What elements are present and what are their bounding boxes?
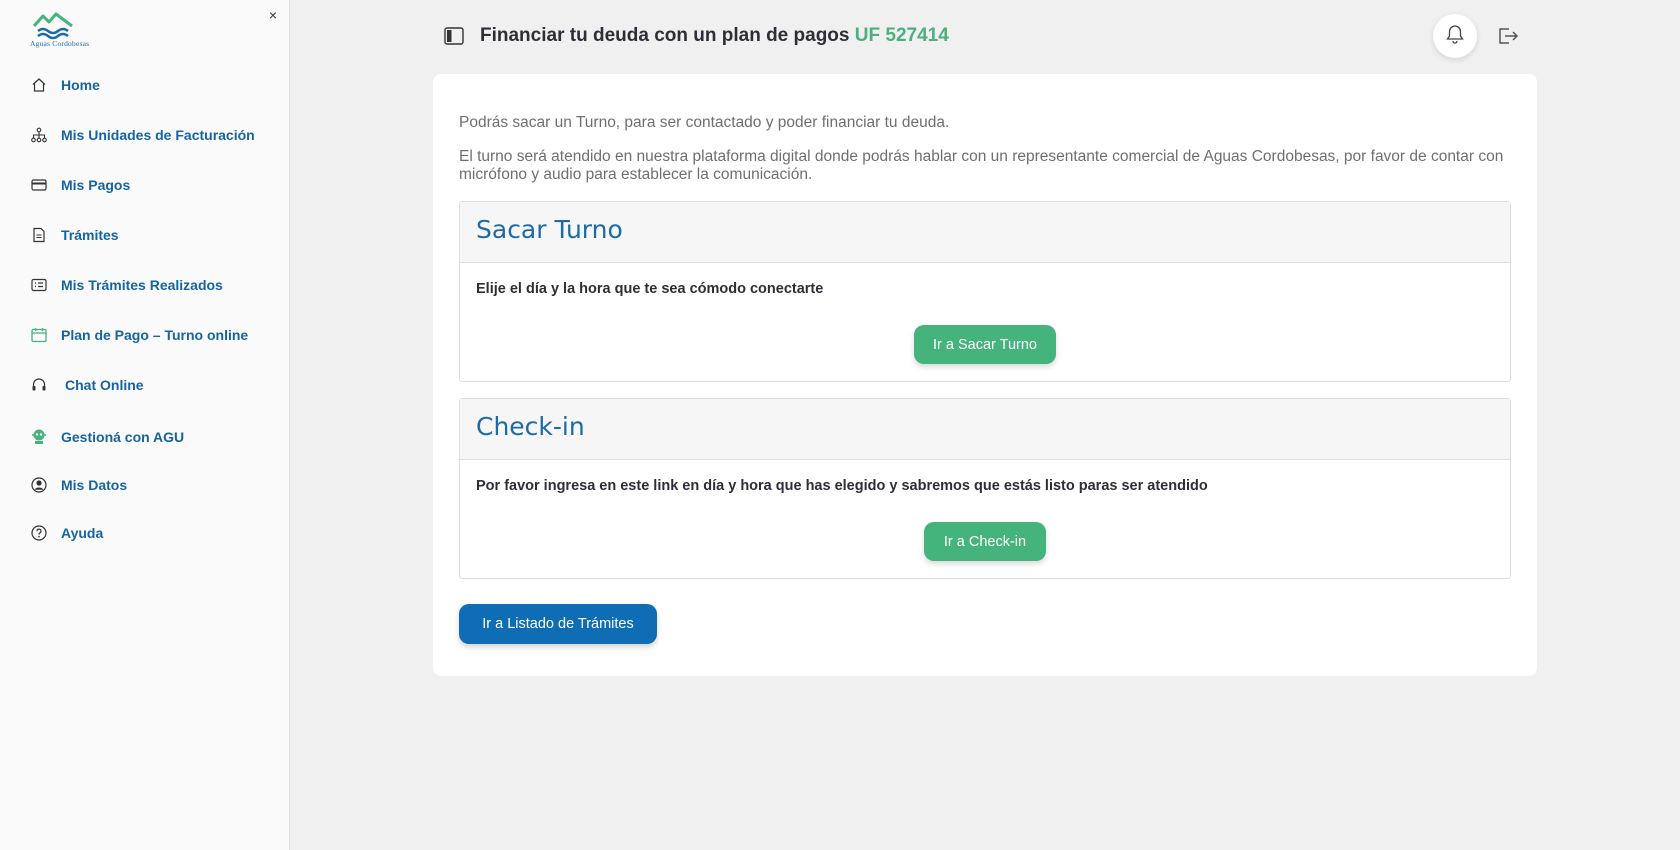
sitemap-icon <box>30 126 48 144</box>
sidebar-toggle-icon[interactable] <box>444 27 464 45</box>
sidebar-item-label: Trámites <box>61 227 119 243</box>
sidebar-item-unidades[interactable]: Mis Unidades de Facturación <box>0 110 290 160</box>
notifications-button[interactable] <box>1433 14 1477 58</box>
check-in-panel: Check-in Por favor ingresa en este link … <box>459 398 1511 579</box>
sidebar-item-mis-datos[interactable]: Mis Datos <box>0 460 290 510</box>
intro-text: Podrás sacar un Turno, para ser contacta… <box>459 114 950 131</box>
list-card-icon <box>30 276 48 294</box>
sidebar-item-label: Chat Online <box>65 377 144 393</box>
top-bar: Financiar tu deuda con un plan de pagos … <box>290 0 1680 72</box>
panel-header: Sacar Turno <box>460 202 1510 263</box>
sidebar-item-label: Mis Datos <box>61 477 128 493</box>
logout-icon[interactable] <box>1497 26 1519 46</box>
page-title-text: Financiar tu deuda con un plan de pagos <box>480 25 850 46</box>
uf-number: UF 527414 <box>854 25 949 46</box>
sidebar-item-label: Mis Pagos <box>61 177 131 193</box>
panel-body: Elije el día y la hora que te sea cómodo… <box>460 263 1510 381</box>
page-title: Financiar tu deuda con un plan de pagos … <box>480 25 949 47</box>
check-in-button[interactable]: Ir a Check-in <box>924 522 1046 561</box>
help-circle-icon <box>30 524 48 542</box>
sidebar-item-label: Plan de Pago – Turno online <box>61 327 249 343</box>
sidebar-item-plan-de-pago[interactable]: Plan de Pago – Turno online <box>0 310 290 360</box>
intro-detail-text: El turno será atendido en nuestra plataf… <box>459 148 1504 183</box>
panel-title: Sacar Turno <box>476 215 623 244</box>
robot-icon <box>30 428 48 446</box>
sidebar-item-tramites[interactable]: Trámites <box>0 210 290 260</box>
sidebar-item-tramites-realizados[interactable]: Mis Trámites Realizados <box>0 260 290 310</box>
sidebar-item-ayuda[interactable]: Ayuda <box>0 508 290 558</box>
panel-title: Check-in <box>476 412 585 441</box>
bell-icon <box>1446 24 1464 49</box>
sidebar-item-label: Ayuda <box>61 525 104 541</box>
sidebar-nav: Home Mis Unidades de Facturación Mis Pag… <box>0 60 290 560</box>
sidebar-item-label: Home <box>61 77 100 93</box>
sidebar-item-chat-online[interactable]: Chat Online <box>0 360 290 410</box>
headset-icon <box>30 376 48 394</box>
sidebar-item-pagos[interactable]: Mis Pagos <box>0 160 290 210</box>
listado-tramites-button[interactable]: Ir a Listado de Trámites <box>459 604 657 644</box>
calendar-icon <box>30 326 48 344</box>
panel-text: Por favor ingresa en este link en día y … <box>476 478 1208 494</box>
logo-text: Aguas Cordobesas <box>30 39 90 48</box>
sidebar-item-home[interactable]: Home <box>0 60 290 110</box>
user-circle-icon <box>30 476 48 494</box>
document-icon <box>30 226 48 244</box>
sidebar-item-label: Mis Unidades de Facturación <box>61 127 255 143</box>
panel-header: Check-in <box>460 399 1510 460</box>
sacar-turno-panel: Sacar Turno Elije el día y la hora que t… <box>459 201 1511 382</box>
credit-card-icon <box>30 176 48 194</box>
sidebar: Aguas Cordobesas × Home Mis Unidades de … <box>0 0 290 850</box>
panel-body: Por favor ingresa en este link en día y … <box>460 460 1510 578</box>
home-icon <box>30 76 48 94</box>
sidebar-item-label: Mis Trámites Realizados <box>61 277 223 293</box>
sacar-turno-button[interactable]: Ir a Sacar Turno <box>914 325 1056 364</box>
sidebar-item-label: Gestioná con AGU <box>61 429 185 445</box>
sidebar-item-gestiona-agu[interactable]: Gestioná con AGU <box>0 412 290 462</box>
close-sidebar-button[interactable]: × <box>269 7 277 23</box>
main-card: Podrás sacar un Turno, para ser contacta… <box>433 74 1537 676</box>
panel-text: Elije el día y la hora que te sea cómodo… <box>476 281 824 297</box>
